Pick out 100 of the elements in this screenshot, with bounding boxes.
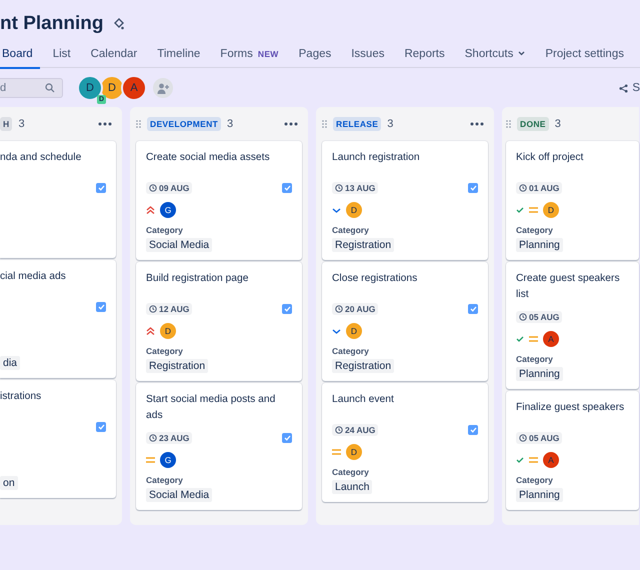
- card-title: Launch registration: [332, 151, 421, 165]
- clock-icon: [519, 434, 527, 442]
- assignee-avatar[interactable]: D: [346, 323, 362, 339]
- clock-icon: [149, 184, 157, 192]
- task-card[interactable]: Launch registration 13 AUG D Category Registration: [322, 141, 488, 260]
- checkbox[interactable]: [282, 433, 292, 443]
- add-person-icon: [157, 82, 169, 94]
- task-card[interactable]: Launch event 24 AUG D Category Launch: [322, 383, 488, 502]
- search-icon: [45, 83, 55, 93]
- nav-tab[interactable]: Issues: [344, 41, 392, 68]
- category-tag: Launch: [332, 480, 372, 494]
- nav-tab[interactable]: Timeline: [150, 41, 208, 68]
- nav-tab[interactable]: Reports: [397, 41, 452, 68]
- due-date: 24 AUG: [332, 424, 378, 436]
- issue-count: 3: [554, 118, 561, 130]
- category-tag: Registration: [146, 359, 208, 373]
- drag-handle-icon[interactable]: [506, 120, 511, 128]
- share-button[interactable]: S: [619, 82, 640, 94]
- assignee-avatar[interactable]: D: [160, 323, 176, 339]
- field-label: Category: [146, 346, 184, 357]
- card-title: Build registration page: [146, 272, 250, 286]
- card-title: Launch event: [332, 393, 395, 407]
- more-icon[interactable]: [284, 122, 298, 126]
- search-field[interactable]: d: [0, 78, 63, 98]
- clock-icon: [149, 434, 157, 442]
- due-date: 20 AUG: [332, 303, 378, 315]
- due-date: 23 AUG: [146, 432, 192, 444]
- clock-icon: [335, 305, 343, 313]
- category-tag: dia: [0, 356, 20, 370]
- field-label: Category: [332, 467, 370, 478]
- drag-handle-icon[interactable]: [322, 120, 327, 128]
- task-card[interactable]: Kick off project 01 AUG D Category Planning: [506, 141, 639, 260]
- field-label: Category: [516, 475, 554, 486]
- card-title: Create social media assets: [146, 151, 271, 165]
- card-title: Start social media posts and ads: [146, 393, 276, 423]
- card-title: Kick off project: [516, 151, 584, 165]
- card-title: Finalize guest speakers: [516, 401, 626, 415]
- task-card[interactable]: Create social media assets 09 AUG G Category Social Media: [136, 141, 302, 260]
- card-title: nda and schedule: [0, 151, 82, 165]
- clock-icon: [335, 184, 343, 192]
- category-tag: Planning: [516, 488, 563, 502]
- due-date: 09 AUG: [146, 182, 192, 194]
- project-title: nt Planning: [0, 13, 104, 35]
- category-tag: Planning: [516, 238, 563, 252]
- due-date: 05 AUG: [516, 311, 562, 323]
- checkbox[interactable]: [282, 304, 292, 314]
- card-title: Create guest speakers list: [516, 272, 621, 302]
- checkbox[interactable]: [282, 183, 292, 193]
- checkbox[interactable]: [468, 425, 478, 435]
- nav-tab[interactable]: Pages: [292, 41, 338, 68]
- task-card[interactable]: Create guest speakers list 05 AUG A Category Planning: [506, 262, 639, 389]
- nav-tab[interactable]: Project settings: [538, 41, 631, 68]
- status-lozenge: DONE: [517, 117, 549, 131]
- issue-count: 3: [227, 118, 234, 130]
- nav-tab[interactable]: List: [46, 41, 78, 68]
- card-title: cial media ads: [0, 270, 67, 284]
- nav-tab[interactable]: Calendar: [84, 41, 144, 68]
- due-date: 13 AUG: [332, 182, 378, 194]
- clock-icon: [519, 184, 527, 192]
- assignee-avatar[interactable]: D: [346, 202, 362, 218]
- card-title: istrations: [0, 390, 42, 404]
- due-date: 05 AUG: [516, 432, 562, 444]
- clock-icon: [335, 426, 343, 434]
- new-label: NEW: [258, 48, 279, 59]
- checkbox[interactable]: [96, 183, 106, 193]
- drag-handle-icon[interactable]: [136, 120, 141, 128]
- assignee-avatar[interactable]: D: [346, 444, 362, 460]
- checkbox[interactable]: [96, 422, 106, 432]
- field-label: Category: [516, 225, 554, 236]
- share-icon: [619, 84, 628, 92]
- checkbox[interactable]: [96, 302, 106, 312]
- task-card[interactable]: Finalize guest speakers 05 AUG A Category Planning: [506, 391, 639, 510]
- clock-icon: [149, 305, 157, 313]
- due-date: 01 AUG: [516, 182, 562, 194]
- task-card[interactable]: Close registrations 20 AUG D Category Registration: [322, 262, 488, 381]
- category-tag: Registration: [332, 359, 394, 373]
- category-tag: Social Media: [146, 238, 212, 252]
- task-card[interactable]: cial media ads dia: [0, 260, 116, 378]
- task-card[interactable]: nda and schedule: [0, 141, 116, 258]
- nav-tab[interactable]: Shortcuts: [458, 41, 532, 68]
- assignee-avatar[interactable]: G: [160, 452, 176, 468]
- assignee-avatar[interactable]: D: [543, 202, 559, 218]
- issue-count: 3: [387, 118, 394, 130]
- card-title: Close registrations: [332, 272, 418, 286]
- nav-tab[interactable]: Board: [0, 41, 40, 68]
- checkbox[interactable]: [468, 183, 478, 193]
- category-tag: Registration: [332, 238, 394, 252]
- issue-count: 3: [18, 118, 25, 130]
- status-lozenge: RELEASE: [333, 117, 382, 131]
- task-card[interactable]: Build registration page 12 AUG D Category Registration: [136, 262, 302, 381]
- task-card[interactable]: istrations on: [0, 380, 116, 498]
- due-date: 12 AUG: [146, 303, 192, 315]
- clock-icon: [519, 313, 527, 321]
- nav-tab[interactable]: Forms NEW: [213, 41, 286, 68]
- field-label: Category: [146, 225, 184, 236]
- more-icon[interactable]: [470, 122, 484, 126]
- task-card[interactable]: Start social media posts and ads 23 AUG G Category Social Media: [136, 383, 302, 510]
- assignee-avatar[interactable]: G: [160, 202, 176, 218]
- checkbox[interactable]: [468, 304, 478, 314]
- more-icon[interactable]: [98, 122, 112, 126]
